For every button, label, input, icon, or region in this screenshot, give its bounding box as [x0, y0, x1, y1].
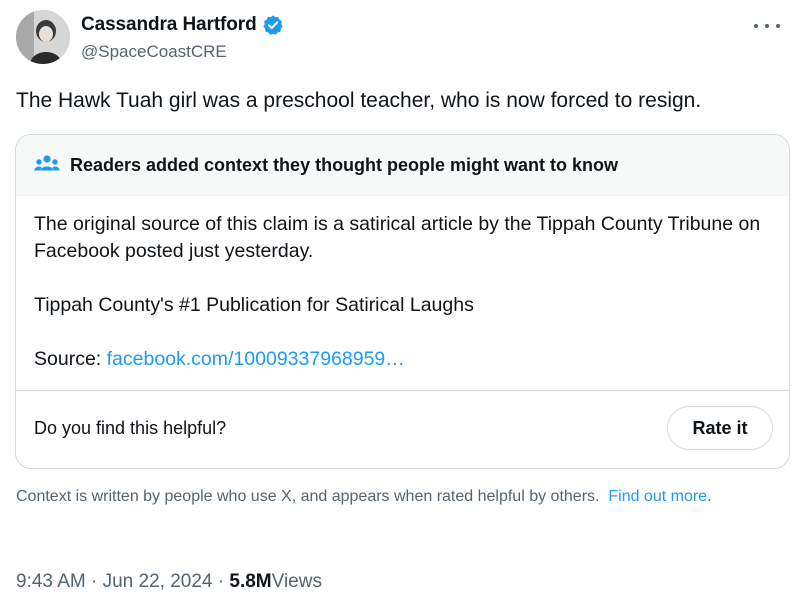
more-icon[interactable]: [754, 16, 780, 36]
tweet-date[interactable]: Jun 22, 2024: [103, 571, 213, 592]
tweet-text: The Hawk Tuah girl was a preschool teach…: [16, 89, 702, 112]
context-info-period: .: [707, 488, 712, 505]
note-footer: Do you find this helpful? Rate it: [16, 390, 789, 468]
meta-separator: ·: [91, 571, 98, 592]
context-info-text: Context is written by people who use X, …: [16, 488, 600, 505]
views-count[interactable]: 5.8M: [229, 571, 271, 592]
tweet-meta: 9:43 AM · Jun 22, 2024 · 5.8MViews: [16, 571, 322, 593]
note-source: Source: facebook.com/10009337968959…: [34, 346, 769, 373]
source-label: Source:: [34, 348, 102, 370]
name-row: Cassandra Hartford: [81, 14, 284, 36]
helpful-question: Do you find this helpful?: [34, 418, 227, 438]
people-icon: [34, 154, 60, 176]
display-name[interactable]: Cassandra Hartford: [81, 14, 257, 36]
tweet-header: Cassandra Hartford @SpaceCoastCRE: [16, 10, 784, 66]
meta-separator: ·: [217, 571, 225, 592]
source-link[interactable]: facebook.com/10009337968959…: [107, 348, 405, 370]
note-body: The original source of this claim is a s…: [34, 211, 769, 373]
user-handle[interactable]: @SpaceCoastCRE: [81, 42, 227, 62]
avatar[interactable]: [16, 10, 70, 64]
note-paragraph: The original source of this claim is a s…: [34, 213, 761, 262]
tweet-time[interactable]: 9:43 AM: [16, 571, 86, 592]
note-paragraph: Tippah County's #1 Publication for Satir…: [34, 294, 474, 316]
note-header[interactable]: Readers added context they thought peopl…: [16, 135, 789, 196]
views-label: Views: [271, 571, 322, 592]
verified-badge-icon: [262, 14, 284, 36]
rate-it-button[interactable]: Rate it: [667, 406, 773, 450]
find-out-more-link[interactable]: Find out more: [608, 488, 707, 505]
note-title: Readers added context they thought peopl…: [70, 154, 619, 175]
community-note: Readers added context they thought peopl…: [15, 134, 790, 469]
context-info: Context is written by people who use X, …: [16, 486, 786, 508]
